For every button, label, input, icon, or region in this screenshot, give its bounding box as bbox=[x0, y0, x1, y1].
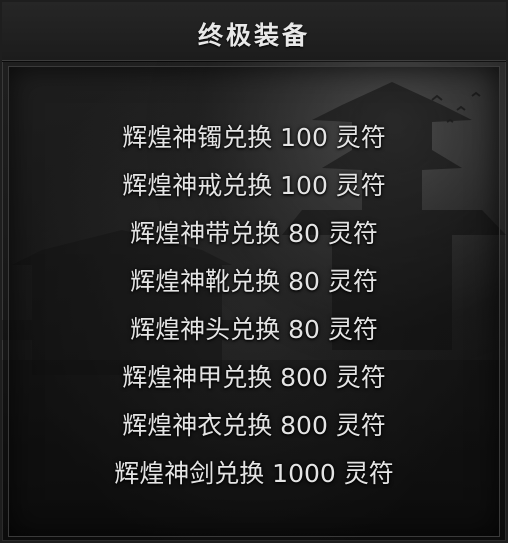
exchange-list: 辉煌神镯兑换 100 灵符 辉煌神戒兑换 100 灵符 辉煌神带兑换 80 灵符… bbox=[2, 114, 506, 498]
exchange-item[interactable]: 辉煌神头兑换 80 灵符 bbox=[2, 306, 506, 354]
exchange-item[interactable]: 辉煌神甲兑换 800 灵符 bbox=[2, 354, 506, 402]
exchange-item[interactable]: 辉煌神靴兑换 80 灵符 bbox=[2, 258, 506, 306]
exchange-item[interactable]: 辉煌神剑兑换 1000 灵符 bbox=[2, 450, 506, 498]
exchange-item[interactable]: 辉煌神戒兑换 100 灵符 bbox=[2, 162, 506, 210]
exchange-item[interactable]: 辉煌神带兑换 80 灵符 bbox=[2, 210, 506, 258]
equipment-exchange-panel: 终极装备 辉煌神镯兑换 100 灵符 辉煌神戒兑换 100 灵符 辉煌神带兑换 … bbox=[0, 0, 508, 543]
panel-title: 终极装备 bbox=[197, 21, 310, 50]
exchange-item[interactable]: 辉煌神镯兑换 100 灵符 bbox=[2, 114, 506, 162]
title-bar: 终极装备 bbox=[2, 2, 506, 61]
exchange-item[interactable]: 辉煌神衣兑换 800 灵符 bbox=[2, 402, 506, 450]
